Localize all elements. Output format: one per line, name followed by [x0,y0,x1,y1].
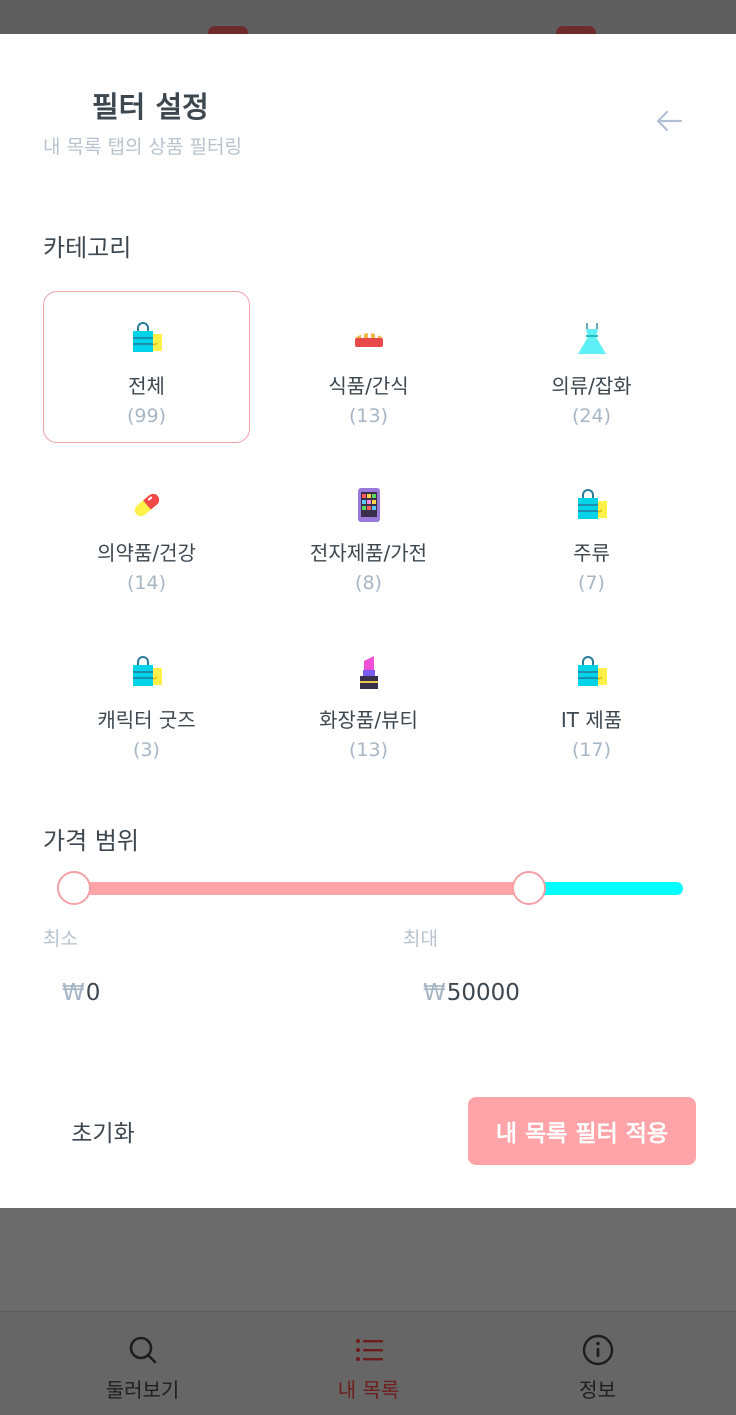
category-label: 화장품/뷰티 [319,708,418,732]
arrow-left-icon [656,110,683,132]
slider-max-thumb[interactable] [512,871,546,905]
max-price-label: 최대 [403,928,438,950]
price-section-title: 가격 범위 [43,827,139,855]
tab-my-list[interactable]: 내 목록 [246,1312,491,1415]
bottom-tab-bar: 둘러보기 내 목록 정보 [0,1311,736,1415]
category-label: 전자제품/가전 [309,541,428,565]
tablet-icon [351,487,387,523]
category-character-goods[interactable]: 캐릭터 굿즈 (3) [43,625,250,777]
shopping-bag-icon [574,487,610,523]
tab-label: 정보 [579,1378,616,1402]
slider-selected-range [71,882,529,895]
category-label: 식품/간식 [328,374,409,398]
reset-button[interactable]: 초기화 [43,1097,163,1165]
category-it-products[interactable]: IT 제품 (17) [488,625,695,777]
page-subtitle: 내 목록 탭의 상품 필터링 [43,136,242,158]
category-medicine[interactable]: 의약품/건강 (14) [43,458,250,610]
tab-browse[interactable]: 둘러보기 [20,1312,265,1415]
list-icon [353,1334,385,1366]
category-electronics[interactable]: 전자제품/가전 (8) [265,458,472,610]
search-icon [127,1334,159,1366]
category-label: IT 제품 [560,708,623,732]
category-count: (7) [578,572,605,594]
shopping-bag-icon [129,320,165,356]
category-count: (8) [355,572,382,594]
currency-symbol: ₩ [423,980,446,1006]
category-label: 전체 [128,374,165,398]
dress-icon [574,320,610,356]
dimmed-background-bottom [0,1208,736,1311]
category-label: 의류/잡화 [551,374,632,398]
bread-icon [351,320,387,356]
category-count: (14) [126,572,166,594]
pill-icon [129,487,165,523]
price-range-slider[interactable] [57,870,687,906]
back-button[interactable] [648,100,690,142]
category-count: (13) [348,405,388,427]
category-liquor[interactable]: 주류 (7) [488,458,695,610]
category-all[interactable]: 전체 (99) [43,291,250,443]
category-count: (17) [571,739,611,761]
shopping-bag-icon [574,654,610,690]
category-label: 캐릭터 굿즈 [97,708,196,732]
category-count: (3) [133,739,160,761]
max-price-value: 50000 [446,980,520,1006]
page-title: 필터 설정 [92,90,209,124]
category-label: 의약품/건강 [97,541,196,565]
category-count: (99) [126,405,166,427]
max-price-input[interactable]: ₩ 50000 [423,970,713,1016]
category-count: (13) [348,739,388,761]
shopping-bag-icon [129,654,165,690]
apply-filter-button[interactable]: 내 목록 필터 적용 [468,1097,696,1165]
category-beauty[interactable]: 화장품/뷰티 (13) [265,625,472,777]
tab-info[interactable]: 정보 [475,1312,720,1415]
category-food[interactable]: 식품/간식 (13) [265,291,472,443]
category-count: (24) [571,405,611,427]
lipstick-icon [351,654,387,690]
category-label: 주류 [573,541,610,565]
dimmed-background-top [0,0,736,40]
tab-label: 둘러보기 [105,1378,180,1402]
slider-min-thumb[interactable] [57,871,91,905]
category-clothing[interactable]: 의류/잡화 (24) [488,291,695,443]
min-price-input[interactable]: ₩ 0 [62,970,352,1016]
filter-sheet: 필터 설정 내 목록 탭의 상품 필터링 카테고리 전체 (99) 식품/간식 … [0,34,736,1208]
currency-symbol: ₩ [62,980,85,1006]
min-price-label: 최소 [43,928,78,950]
info-icon [582,1334,614,1366]
min-price-value: 0 [85,980,101,1006]
category-section-title: 카테고리 [43,234,132,262]
tab-label: 내 목록 [337,1378,400,1402]
